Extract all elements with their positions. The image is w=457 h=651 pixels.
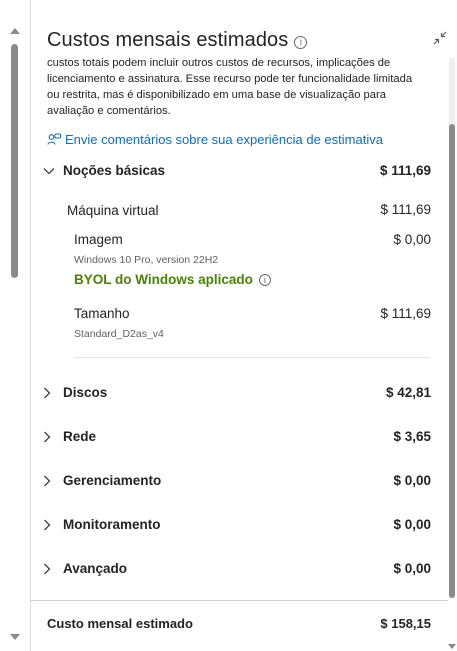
section-basics-label: Noções básicas	[63, 163, 166, 178]
panel-title: Custos mensais estimados	[47, 29, 289, 51]
feedback-link[interactable]: Envie comentários sobre sua experiência …	[47, 132, 383, 147]
right-scrollbar[interactable]	[447, 58, 457, 649]
right-scrollbar-thumb[interactable]	[449, 124, 455, 598]
size-label: Tamanho	[74, 306, 130, 321]
total-label: Custo mensal estimado	[47, 616, 193, 631]
section-management-value: $ 0,00	[393, 473, 431, 488]
collapse-icon[interactable]	[433, 31, 447, 45]
section-advanced-label: Avançado	[63, 561, 128, 576]
total-value: $ 158,15	[380, 616, 431, 631]
chevron-right-icon[interactable]	[43, 386, 63, 400]
section-management-label: Gerenciamento	[63, 473, 162, 488]
vm-label: Máquina virtual	[67, 203, 159, 218]
image-label: Imagem	[74, 232, 123, 247]
total-footer: Custo mensal estimado $ 158,15	[47, 616, 431, 631]
section-disks[interactable]: Discos $ 42,81	[43, 385, 431, 400]
scroll-up-arrow-icon[interactable]	[10, 28, 20, 34]
section-advanced-value: $ 0,00	[393, 561, 431, 576]
footer-divider	[31, 600, 448, 601]
estimated-costs-panel: Custos mensais estimados i custos totais…	[30, 0, 448, 651]
section-divider	[74, 357, 430, 358]
chevron-right-icon[interactable]	[43, 518, 63, 532]
scroll-down-arrow-icon[interactable]	[10, 634, 20, 640]
chevron-right-icon[interactable]	[43, 562, 63, 576]
right-scroll-down-arrow-icon[interactable]	[448, 644, 456, 649]
size-value: $ 111,69	[380, 306, 431, 321]
size-detail: Standard_D2as_v4	[74, 328, 164, 340]
section-network-label: Rede	[63, 429, 97, 444]
panel-description: custos totais podem incluir outros custo…	[47, 57, 413, 117]
vm-value: $ 111,69	[380, 202, 431, 217]
section-disks-label: Discos	[63, 385, 108, 400]
chevron-right-icon[interactable]	[43, 474, 63, 488]
person-feedback-icon	[47, 133, 61, 145]
byol-info-icon[interactable]: i	[258, 273, 271, 286]
section-monitoring-value: $ 0,00	[393, 517, 431, 532]
section-network[interactable]: Rede $ 3,65	[43, 429, 431, 444]
chevron-down-icon[interactable]	[43, 164, 63, 178]
section-monitoring[interactable]: Monitoramento $ 0,00	[43, 517, 431, 532]
section-network-value: $ 3,65	[393, 429, 431, 444]
image-row: Imagem $ 0,00 Windows 10 Pro, version 22…	[74, 232, 431, 287]
size-row: Tamanho $ 111,69 Standard_D2as_v4	[74, 306, 431, 340]
left-scrollbar-thumb[interactable]	[11, 44, 18, 278]
panel-header: Custos mensais estimados i	[47, 29, 308, 52]
section-basics-value: $ 111,69	[379, 163, 431, 178]
image-detail: Windows 10 Pro, version 22H2	[74, 254, 219, 266]
section-monitoring-label: Monitoramento	[63, 517, 161, 532]
byol-label: BYOL do Windows aplicado	[74, 272, 253, 287]
byol-status: BYOL do Windows aplicado i	[74, 272, 431, 287]
section-basics[interactable]: Noções básicas $ 111,69	[43, 163, 431, 178]
section-disks-value: $ 42,81	[385, 385, 431, 400]
info-icon[interactable]: i	[294, 35, 308, 49]
section-advanced[interactable]: Avançado $ 0,00	[43, 561, 431, 576]
left-scrollbar[interactable]	[9, 28, 21, 640]
vm-row: Máquina virtual $ 111,69	[67, 202, 431, 220]
chevron-right-icon[interactable]	[43, 430, 63, 444]
feedback-link-label[interactable]: Envie comentários sobre sua experiência …	[65, 132, 383, 147]
image-value: $ 0,00	[393, 232, 431, 247]
section-management[interactable]: Gerenciamento $ 0,00	[43, 473, 431, 488]
